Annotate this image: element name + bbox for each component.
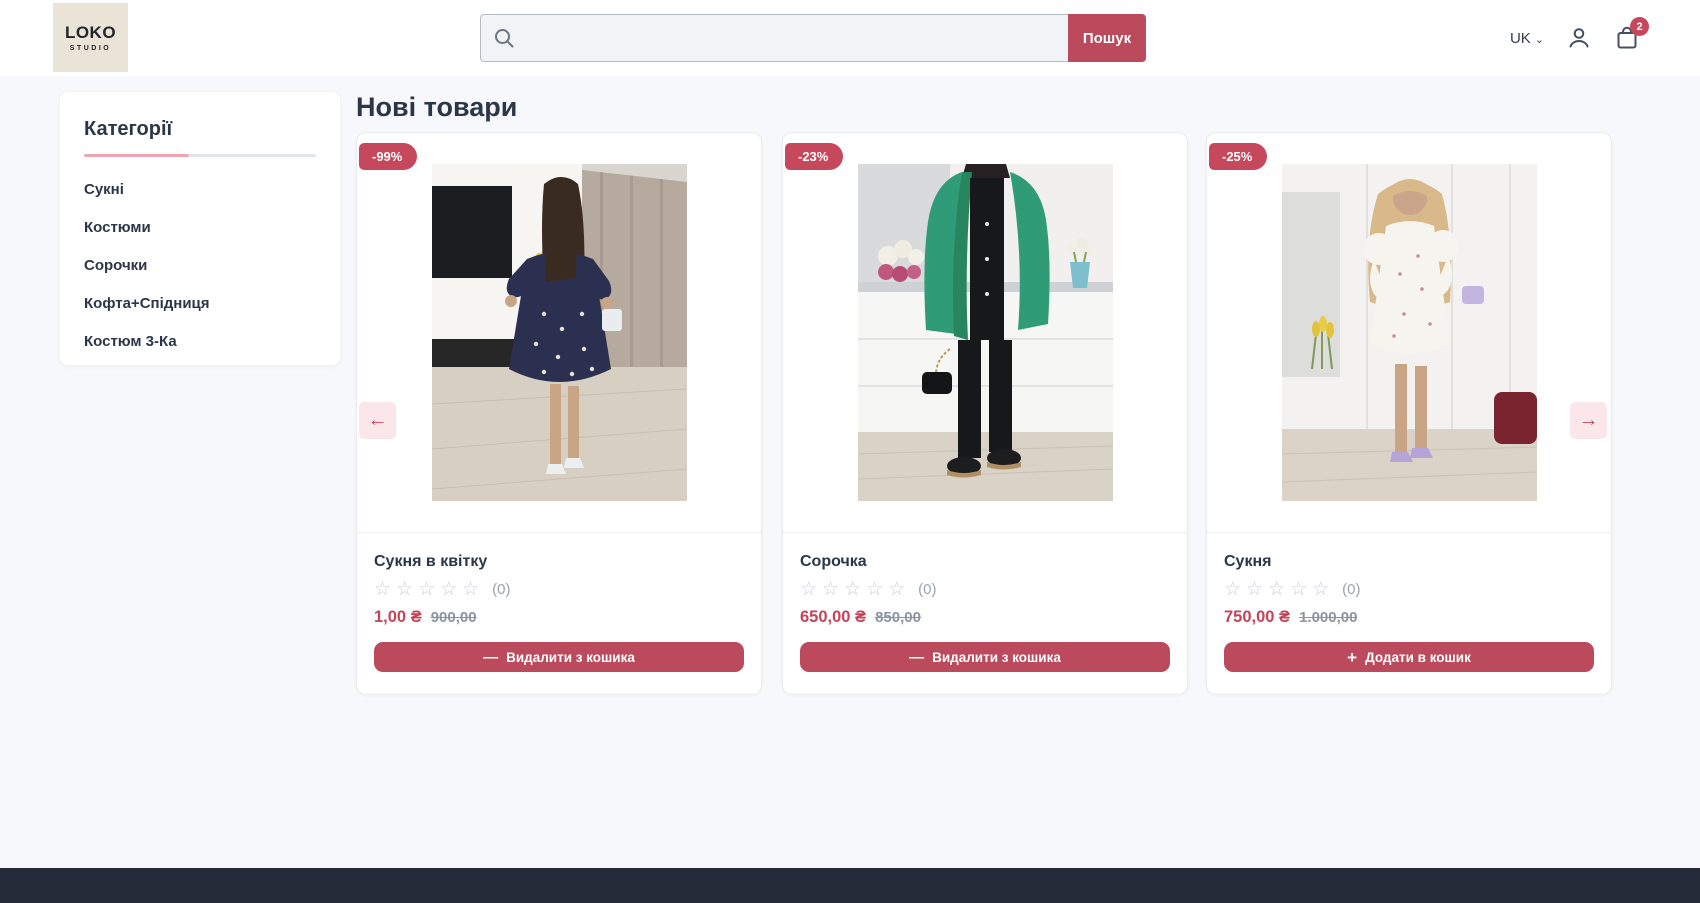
arrow-right-icon: → — [1579, 409, 1599, 432]
categories-list: Сукні Костюми Сорочки Кофта+Спідниця Кос… — [84, 181, 316, 350]
product-prices: 650,00 ₴ 850,00 — [800, 608, 1170, 627]
account-button[interactable] — [1566, 25, 1592, 51]
current-price: 750,00 ₴ — [1224, 608, 1290, 627]
logo-text: LOKO — [65, 23, 116, 43]
product-photo[interactable] — [1207, 133, 1611, 533]
product-name[interactable]: Сорочка — [800, 553, 1170, 571]
cart-count-badge: 2 — [1630, 17, 1649, 36]
product-photo-illustration — [432, 164, 687, 501]
review-count: (0) — [1342, 581, 1360, 598]
sidebar-item-top-skirt[interactable]: Кофта+Спідниця — [84, 295, 316, 312]
product-photo[interactable] — [783, 133, 1187, 533]
user-icon — [1566, 25, 1592, 51]
language-label: UK — [1510, 30, 1531, 47]
cart-button[interactable]: 2 — [1614, 25, 1640, 51]
star-rating-icons: ☆☆☆☆☆ — [374, 580, 484, 599]
language-selector[interactable]: UK ⌄ — [1510, 30, 1544, 47]
star-rating-icons: ☆☆☆☆☆ — [800, 580, 910, 599]
product-photo-illustration — [1282, 164, 1537, 501]
product-card: -99% — [356, 132, 762, 695]
star-rating-icons: ☆☆☆☆☆ — [1224, 580, 1334, 599]
current-price: 650,00 ₴ — [800, 608, 866, 627]
product-rating: ☆☆☆☆☆ (0) — [1224, 580, 1594, 599]
old-price: 1.000,00 — [1299, 609, 1357, 626]
sidebar-item-dresses[interactable]: Сукні — [84, 181, 316, 198]
search-bar: Пошук — [480, 14, 1146, 62]
header-actions: UK ⌄ 2 — [1510, 0, 1640, 76]
product-info: Сорочка ☆☆☆☆☆ (0) 650,00 ₴ 850,00 — Вида… — [783, 533, 1187, 686]
current-price: 1,00 ₴ — [374, 608, 422, 627]
button-label: Додати в кошик — [1365, 650, 1471, 665]
product-prices: 750,00 ₴ 1.000,00 — [1224, 608, 1594, 627]
review-count: (0) — [492, 581, 510, 598]
product-card: -23% — [782, 132, 1188, 695]
product-card: -25% — [1206, 132, 1612, 695]
chevron-down-icon: ⌄ — [1535, 33, 1544, 46]
product-name[interactable]: Сукня в квітку — [374, 553, 744, 571]
product-photo[interactable] — [357, 133, 761, 533]
logo-subtext: STUDIO — [70, 45, 111, 52]
discount-badge: -25% — [1209, 143, 1267, 170]
categories-title: Категорії — [84, 118, 316, 141]
search-input[interactable] — [480, 14, 1068, 62]
add-to-cart-button[interactable]: + Додати в кошик — [1224, 642, 1594, 672]
product-rating: ☆☆☆☆☆ (0) — [374, 580, 744, 599]
sidebar-item-suit-3[interactable]: Костюм 3-Ка — [84, 333, 316, 350]
header: LOKO STUDIO Пошук UK ⌄ 2 — [0, 0, 1700, 76]
minus-icon: — — [483, 650, 498, 665]
categories-panel: Категорії Сукні Костюми Сорочки Кофта+Сп… — [60, 92, 340, 365]
product-prices: 1,00 ₴ 900,00 — [374, 608, 744, 627]
carousel-prev-button[interactable]: ← — [359, 402, 396, 439]
button-label: Видалити з кошика — [932, 650, 1061, 665]
old-price: 850,00 — [875, 609, 921, 626]
page-title: Нові товари — [356, 92, 517, 123]
product-name[interactable]: Сукня — [1224, 553, 1594, 571]
discount-badge: -99% — [359, 143, 417, 170]
minus-icon: — — [909, 650, 924, 665]
footer — [0, 868, 1700, 903]
button-label: Видалити з кошика — [506, 650, 635, 665]
plus-icon: + — [1347, 649, 1357, 666]
sidebar-item-suits[interactable]: Костюми — [84, 219, 316, 236]
categories-divider — [84, 154, 316, 157]
old-price: 900,00 — [431, 609, 477, 626]
remove-from-cart-button[interactable]: — Видалити з кошика — [374, 642, 744, 672]
discount-badge: -23% — [785, 143, 843, 170]
arrow-left-icon: ← — [368, 409, 388, 432]
remove-from-cart-button[interactable]: — Видалити з кошика — [800, 642, 1170, 672]
product-info: Сукня в квітку ☆☆☆☆☆ (0) 1,00 ₴ 900,00 —… — [357, 533, 761, 686]
product-info: Сукня ☆☆☆☆☆ (0) 750,00 ₴ 1.000,00 + Дода… — [1207, 533, 1611, 686]
product-rating: ☆☆☆☆☆ (0) — [800, 580, 1170, 599]
carousel-next-button[interactable]: → — [1570, 402, 1607, 439]
store-logo[interactable]: LOKO STUDIO — [53, 3, 128, 72]
product-photo-illustration — [858, 164, 1113, 501]
search-icon — [493, 27, 515, 49]
search-button[interactable]: Пошук — [1068, 14, 1146, 62]
sidebar-item-shirts[interactable]: Сорочки — [84, 257, 316, 274]
review-count: (0) — [918, 581, 936, 598]
